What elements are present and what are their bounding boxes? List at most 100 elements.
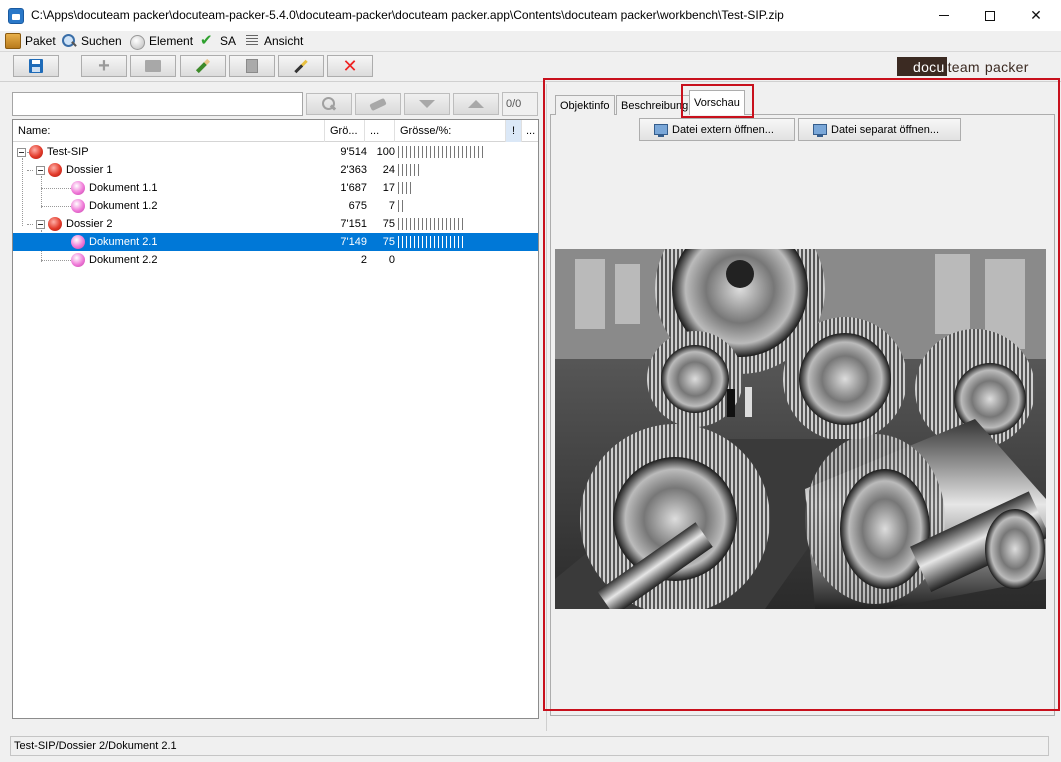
column-header-flag[interactable]: !: [506, 120, 522, 142]
tree-row[interactable]: Test-SIP 9'514 100: [13, 143, 538, 161]
minimize-icon: [939, 15, 949, 16]
folder-button[interactable]: [130, 55, 176, 77]
edit-pencil-icon: [195, 58, 211, 74]
minimize-button[interactable]: [921, 0, 967, 31]
row-percent: 75: [382, 218, 395, 230]
file-node-icon: [71, 199, 85, 213]
menu-bar: Paket Suchen Element ✔ SA Ansicht: [0, 31, 1061, 51]
row-size-bar: [398, 236, 464, 248]
add-button[interactable]: +: [81, 55, 127, 77]
menu-paket-label: Paket: [25, 34, 56, 48]
column-header-percent[interactable]: Grösse/%:: [395, 120, 506, 142]
row-name: Dokument 1.1: [89, 182, 158, 194]
row-name: Test-SIP: [47, 146, 89, 158]
copy-icon: [246, 59, 258, 73]
maximize-icon: [985, 10, 995, 21]
file-node-icon: [71, 181, 85, 195]
next-result-button[interactable]: [404, 93, 450, 115]
edit-button[interactable]: [180, 55, 226, 77]
menu-paket[interactable]: Paket: [5, 32, 56, 50]
arrow-down-icon: [419, 100, 435, 108]
collapse-icon[interactable]: [36, 165, 45, 175]
tree-row[interactable]: Dokument 1.2 675 7: [13, 197, 538, 215]
close-icon: ✕: [1030, 7, 1042, 23]
tree-table[interactable]: Name: Grö... ... Grösse/%: ! ... Test-SI…: [12, 119, 539, 719]
app-icon: [8, 8, 24, 24]
search-icon: [322, 97, 336, 111]
maximize-button[interactable]: [967, 0, 1013, 31]
file-node-icon: [71, 253, 85, 267]
search-input[interactable]: [12, 92, 303, 116]
row-size-bar: [398, 146, 486, 158]
tree-row[interactable]: Dossier 1 2'363 24: [13, 161, 538, 179]
delete-button[interactable]: ✕: [327, 55, 373, 77]
tree-header: Name: Grö... ... Grösse/%: ! ...: [13, 120, 538, 142]
folder-node-icon: [48, 163, 62, 177]
row-size: 1'687: [340, 182, 367, 194]
eraser-icon: [369, 97, 387, 111]
wand-button[interactable]: [278, 55, 324, 77]
column-header-dots[interactable]: ...: [365, 120, 395, 142]
tree-row[interactable]: Dokument 2.2 2 0: [13, 251, 538, 269]
row-name: Dokument 1.2: [89, 200, 158, 212]
row-size: 7'149: [340, 236, 367, 248]
save-button[interactable]: [13, 55, 59, 77]
row-percent: 0: [388, 254, 395, 266]
arrow-up-icon: [468, 100, 484, 108]
tree-row[interactable]: Dokument 1.1 1'687 17: [13, 179, 538, 197]
row-name: Dokument 2.1: [89, 236, 158, 248]
row-size: 7'151: [340, 218, 367, 230]
row-size: 675: [348, 200, 367, 212]
folder-node-icon: [29, 145, 43, 159]
menu-ansicht[interactable]: Ansicht: [244, 32, 303, 50]
collapse-icon[interactable]: [17, 147, 26, 157]
checkmark-icon: ✔: [200, 32, 213, 49]
menu-element-label: Element: [149, 34, 194, 48]
row-size-bar: [398, 164, 419, 176]
row-percent: 17: [382, 182, 395, 194]
row-name: Dossier 1: [66, 164, 113, 176]
menu-sa[interactable]: ✔ SA: [200, 32, 236, 50]
close-button[interactable]: ✕: [1013, 0, 1059, 31]
row-percent: 100: [376, 146, 395, 158]
view-icon: [244, 33, 260, 49]
window-title: C:\Apps\docuteam packer\docuteam-packer-…: [31, 8, 784, 22]
column-header-more[interactable]: ...: [522, 120, 538, 142]
title-bar: C:\Apps\docuteam packer\docuteam-packer-…: [0, 0, 1061, 31]
row-size: 9'514: [340, 146, 367, 158]
wand-icon: [294, 59, 308, 73]
search-result-count: 0/0: [502, 92, 538, 116]
menu-separator: [0, 51, 1061, 52]
collapse-icon[interactable]: [36, 219, 45, 229]
row-name: Dossier 2: [66, 218, 113, 230]
menu-sa-label: SA: [220, 34, 237, 48]
column-header-size[interactable]: Grö...: [325, 120, 365, 142]
clear-search-button[interactable]: [355, 93, 401, 115]
menu-suchen-label: Suchen: [81, 34, 122, 48]
menu-ansicht-label: Ansicht: [264, 34, 304, 48]
status-bar: Test-SIP/Dossier 2/Dokument 2.1: [10, 736, 1049, 756]
folder-icon: [145, 60, 161, 72]
menu-element[interactable]: Element: [129, 32, 193, 50]
copy-button[interactable]: [229, 55, 275, 77]
save-icon: [29, 59, 43, 73]
previous-result-button[interactable]: [453, 93, 499, 115]
column-header-name[interactable]: Name:: [13, 120, 325, 142]
row-name: Dokument 2.2: [89, 254, 158, 266]
row-size: 2: [360, 254, 367, 266]
menu-suchen[interactable]: Suchen: [61, 32, 122, 50]
row-percent: 7: [388, 200, 395, 212]
file-node-icon: [71, 235, 85, 249]
delete-icon: ✕: [342, 56, 358, 76]
package-icon: [5, 33, 21, 49]
tree-row-selected[interactable]: Dokument 2.1 7'149 75: [13, 233, 538, 251]
search-icon: [61, 33, 77, 49]
highlight-frame: [543, 78, 1060, 711]
row-percent: 24: [382, 164, 395, 176]
search-button[interactable]: [306, 93, 352, 115]
row-size: 2'363: [340, 164, 367, 176]
docuteam-logo: docu team packer: [897, 57, 1029, 76]
tree-row[interactable]: Dossier 2 7'151 75: [13, 215, 538, 233]
row-size-bar: [398, 218, 464, 230]
row-size-bar: [398, 182, 413, 194]
